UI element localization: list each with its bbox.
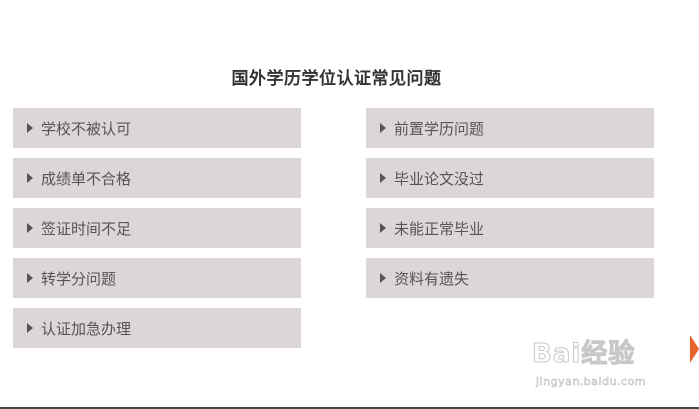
faq-item-visa-time-insufficient[interactable]: 签证时间不足 [13, 208, 301, 248]
faq-item-thesis-failed[interactable]: 毕业论文没过 [366, 158, 654, 198]
page-title: 国外学历学位认证常见问题 [231, 69, 442, 89]
faq-item-label: 成绩单不合格 [41, 169, 132, 188]
triangle-right-icon [27, 173, 33, 183]
faq-item-not-graduated[interactable]: 未能正常毕业 [366, 208, 654, 248]
triangle-right-icon [27, 123, 33, 133]
triangle-right-icon [380, 223, 386, 233]
faq-item-expedited-certification[interactable]: 认证加急办理 [13, 308, 301, 348]
triangle-right-icon [27, 223, 33, 233]
faq-item-credit-transfer[interactable]: 转学分问题 [13, 258, 301, 298]
faq-item-school-not-recognized[interactable]: 学校不被认可 [13, 108, 301, 148]
orange-corner-icon [690, 335, 699, 363]
faq-item-label: 前置学历问题 [394, 119, 485, 138]
triangle-right-icon [380, 173, 386, 183]
triangle-right-icon [380, 273, 386, 283]
faq-item-label: 未能正常毕业 [394, 219, 485, 238]
triangle-right-icon [380, 123, 386, 133]
faq-item-transcript-unqualified[interactable]: 成绩单不合格 [13, 158, 301, 198]
faq-item-documents-lost[interactable]: 资料有遗失 [366, 258, 654, 298]
faq-item-label: 转学分问题 [41, 269, 117, 288]
watermark-brand: Bai经验 [531, 339, 636, 370]
faq-item-label: 签证时间不足 [41, 219, 132, 238]
faq-item-label: 学校不被认可 [41, 119, 132, 138]
faq-item-label: 认证加急办理 [41, 319, 132, 338]
faq-item-label: 毕业论文没过 [394, 169, 485, 188]
baidu-jingyan-watermark: Bai经验 jingyan.baidu.com [531, 333, 662, 393]
left-question-list: 学校不被认可 成绩单不合格 签证时间不足 转学分问题 认证加急办理 [13, 108, 301, 358]
watermark-url: jingyan.baidu.com [536, 375, 647, 389]
triangle-right-icon [27, 323, 33, 333]
right-question-list: 前置学历问题 毕业论文没过 未能正常毕业 资料有遗失 [366, 108, 654, 308]
triangle-right-icon [27, 273, 33, 283]
faq-item-prior-education[interactable]: 前置学历问题 [366, 108, 654, 148]
faq-item-label: 资料有遗失 [394, 269, 470, 288]
